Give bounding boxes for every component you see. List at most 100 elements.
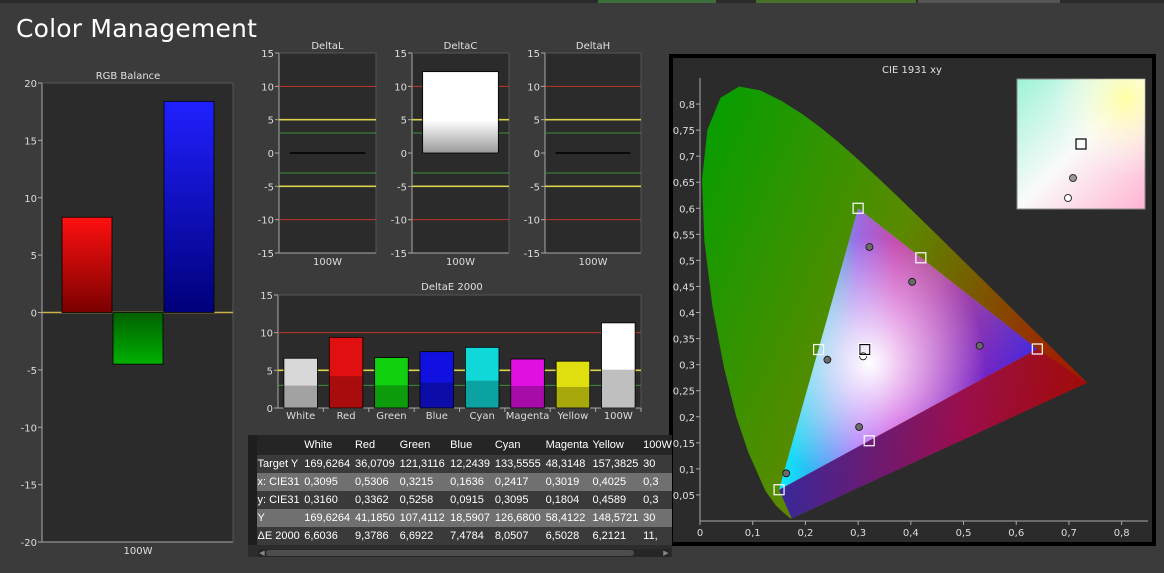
- chart-title: RGB Balance: [96, 71, 161, 82]
- table-cell: 107,4112: [399, 512, 445, 524]
- y-tick-label: -10: [21, 423, 37, 434]
- table-cell: 0,5258: [399, 494, 434, 506]
- table-cell: 6,6036: [304, 530, 338, 542]
- y-tick-label: 5: [534, 116, 540, 127]
- inset-measured-marker: [1064, 194, 1072, 202]
- y-tick-label: 0,7: [679, 152, 695, 163]
- y-tick-label: 0,75: [673, 126, 695, 137]
- y-tick-label: 0,45: [673, 282, 695, 293]
- table-cell: 0,3362: [354, 494, 389, 506]
- table-cell: 0,5306: [354, 476, 389, 488]
- y-tick-label: -15: [391, 249, 407, 260]
- y-tick-label: 5: [31, 251, 37, 262]
- y-tick-label: -10: [524, 216, 540, 227]
- bar-shade: [420, 382, 454, 408]
- column-header[interactable]: White: [304, 435, 355, 455]
- x-tick-label: 0,2: [797, 528, 813, 539]
- y-tick-label: 0: [267, 404, 273, 415]
- y-tick-label: -15: [524, 249, 540, 260]
- table-cell: 41,1850: [354, 512, 395, 524]
- y-tick-label: 0,15: [673, 439, 695, 450]
- y-tick-label: 0,65: [673, 178, 695, 189]
- column-header[interactable]: [257, 435, 304, 455]
- y-tick-label: 0,5: [679, 256, 695, 267]
- y-tick-label: 0,1: [679, 465, 695, 476]
- results-table: White Red Green Blue Cyan Magenta Yellow 100W T…: [248, 435, 672, 557]
- x-tick-label: Blue: [426, 411, 448, 422]
- bar: [61, 216, 113, 313]
- scroll-left-arrow-icon[interactable]: ◀: [258, 549, 266, 557]
- x-tick-label: 0,6: [1008, 528, 1024, 539]
- measured-point-marker: [908, 277, 917, 286]
- table-cell: 6,6922: [399, 530, 434, 542]
- row-header-gutter: [248, 491, 258, 509]
- y-tick-label: -20: [21, 538, 37, 549]
- table-cell: 0,1804: [545, 494, 580, 506]
- y-tick-label: 0,3: [679, 361, 695, 372]
- delta-charts: DeltaL -15 -10 -5 0 5 10 15 100W DeltaC -15 -10 -5 0 5…: [258, 41, 642, 268]
- bar: [112, 312, 164, 365]
- row-header-gutter: [248, 455, 258, 473]
- x-tick-label: Green: [376, 411, 406, 422]
- row-header-gutter: [248, 527, 258, 545]
- table-cell: 0,3215: [399, 476, 434, 488]
- x-tick-label: Cyan: [470, 411, 495, 422]
- column-header[interactable]: Green: [400, 435, 451, 455]
- x-tick-label: 0: [697, 528, 703, 539]
- table-row[interactable]: x: CIE31 0,3095 0,5306 0,3215 0,1636 0,2417 0,…: [248, 473, 672, 491]
- inset-glow: [1017, 79, 1145, 209]
- y-tick-label: 0: [401, 149, 407, 160]
- bar: [422, 71, 499, 154]
- row-label: Target Y: [257, 458, 299, 470]
- chart-title: DeltaL: [311, 41, 344, 52]
- chart-title: CIE 1931 xy: [882, 65, 942, 76]
- table-cell: 0,3: [643, 494, 659, 506]
- table-cell: 148,5721: [592, 512, 639, 524]
- x-tick-label: 100W: [446, 257, 475, 268]
- inset-measured-marker: [1069, 174, 1077, 182]
- measured-point-marker: [865, 243, 874, 251]
- bar-shade: [601, 369, 636, 408]
- scroll-thumb[interactable]: [266, 550, 634, 556]
- bar-shade: [329, 376, 363, 408]
- x-tick-label: 0,7: [1061, 528, 1077, 539]
- table-row[interactable]: Target Y 169,6264 36,0709 121,3116 12,2439 13…: [248, 455, 672, 473]
- table-cell: 8,0507: [494, 530, 529, 542]
- y-tick-label: 5: [268, 116, 274, 127]
- x-tick-label: 100W: [604, 411, 633, 422]
- x-tick-label: 0,8: [1114, 528, 1130, 539]
- table-cell: 58,4122: [545, 512, 586, 524]
- y-tick-label: -5: [397, 182, 407, 193]
- x-tick-label: 100W: [124, 546, 153, 557]
- measured-point-marker: [859, 352, 868, 361]
- column-header[interactable]: Red: [355, 435, 400, 455]
- y-tick-label: 0,4: [679, 309, 695, 320]
- column-header[interactable]: Cyan: [495, 435, 546, 455]
- table-cell: 11,: [643, 530, 658, 542]
- table-row[interactable]: Y 169,6264 41,1850 107,4112 18,5907 126,6800 5…: [248, 509, 672, 527]
- table-header-row: White Red Green Blue Cyan Magenta Yellow 100W: [248, 435, 672, 455]
- table-row[interactable]: ΔE 2000 6,6036 9,3786 6,6922 7,4784 8,0507 6,5…: [248, 527, 672, 545]
- table-cell: 30: [643, 458, 656, 470]
- y-tick-label: -10: [258, 216, 274, 227]
- x-tick-label: 0,5: [956, 528, 972, 539]
- table-cell: 6,5028: [545, 530, 580, 542]
- bar-shade: [556, 386, 590, 408]
- table-row[interactable]: y: CIE31 0,3160 0,3362 0,5258 0,0915 0,3095 0,…: [248, 491, 672, 509]
- column-header[interactable]: Blue: [450, 435, 495, 455]
- scroll-right-arrow-icon[interactable]: ▶: [662, 549, 670, 557]
- y-tick-label: -15: [258, 249, 274, 260]
- table-cell: 0,1636: [450, 476, 484, 488]
- column-header[interactable]: Magenta: [546, 435, 593, 455]
- table-cell: 126,6800: [494, 512, 541, 524]
- horizontal-scrollbar[interactable]: ◀ ▶: [258, 549, 670, 557]
- row-header-gutter: [248, 473, 258, 491]
- column-header[interactable]: Yellow: [592, 435, 643, 455]
- column-header[interactable]: 100W: [643, 435, 672, 455]
- chart-title: DeltaE 2000: [421, 282, 483, 293]
- table-cell: 6,2121: [592, 530, 627, 542]
- y-tick-label: 15: [24, 136, 37, 147]
- x-tick-label: 0,3: [850, 528, 866, 539]
- y-tick-label: -10: [391, 216, 407, 227]
- y-tick-label: -15: [21, 481, 37, 492]
